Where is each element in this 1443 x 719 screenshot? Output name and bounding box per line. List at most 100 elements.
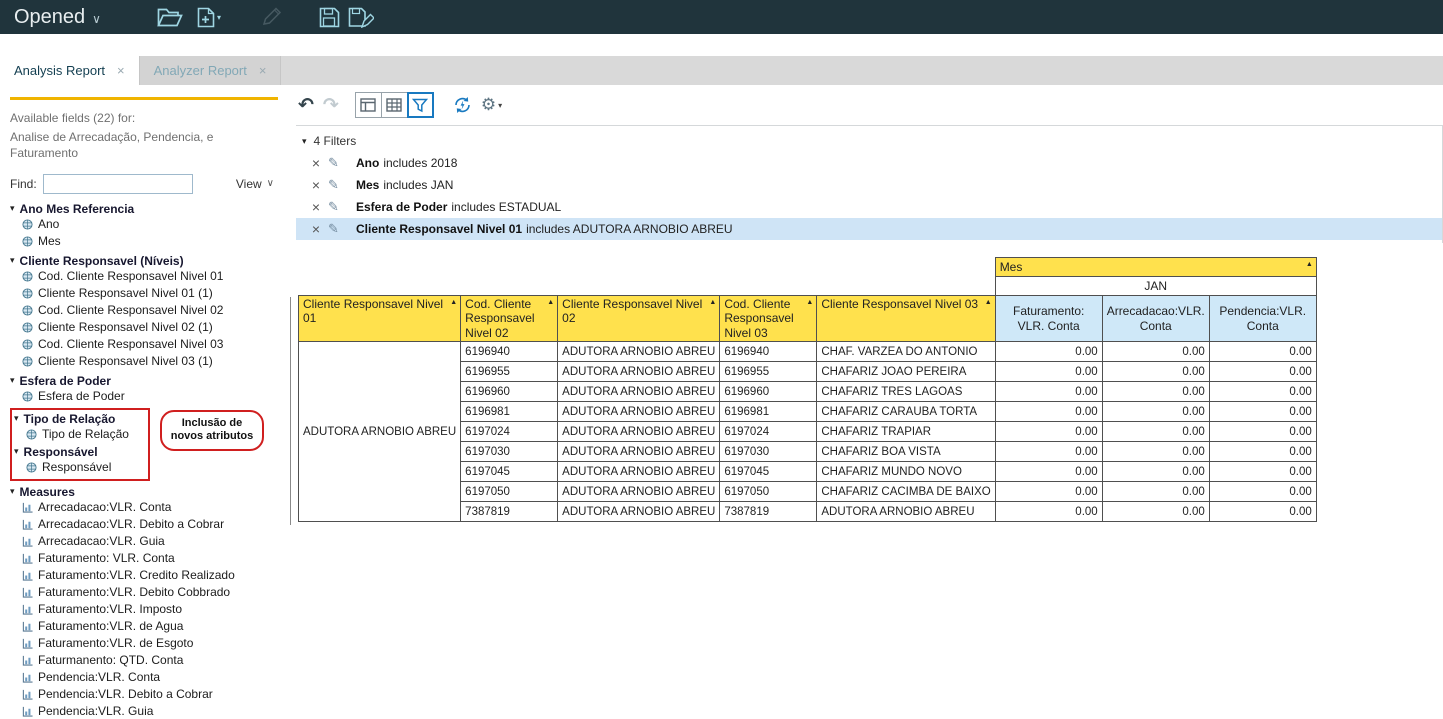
opened-menu[interactable]: Opened ∨	[14, 6, 101, 29]
edit-filter-icon[interactable]: ✎	[328, 221, 356, 237]
measure-item[interactable]: Faturamento:VLR. Debito Cobbrado	[10, 584, 278, 601]
pivot-cell[interactable]: ADUTORA ARNOBIO ABREU	[558, 422, 720, 442]
pivot-cell[interactable]: 6197030	[461, 442, 558, 462]
field-item[interactable]: Tipo de Relação	[14, 426, 146, 443]
measure-item[interactable]: Arrecadacao:VLR. Conta	[10, 499, 278, 516]
pivot-cell[interactable]: 6197050	[461, 482, 558, 502]
row-header-cod-nivel-02[interactable]: Cod. Cliente Responsavel Nivel 02▲	[461, 296, 558, 342]
pivot-value-cell[interactable]: 0.00	[1102, 382, 1209, 402]
pivot-cell[interactable]: CHAFARIZ JOAO PEREIRA	[817, 362, 995, 382]
pivot-value-cell[interactable]: 0.00	[1209, 382, 1316, 402]
field-item[interactable]: Cliente Responsavel Nivel 03 (1)	[10, 353, 278, 370]
pivot-cell[interactable]: ADUTORA ARNOBIO ABREU	[558, 342, 720, 362]
column-dimension-header[interactable]: Mes ▲	[995, 258, 1316, 277]
pivot-value-cell[interactable]: 0.00	[1102, 362, 1209, 382]
close-icon[interactable]: ×	[259, 63, 267, 78]
table-view-button[interactable]	[381, 92, 408, 118]
measure-item[interactable]: Faturmanento: QTD. Conta	[10, 652, 278, 669]
view-dropdown[interactable]: View ∨	[236, 177, 278, 191]
pivot-cell[interactable]: CHAFARIZ TRES LAGOAS	[817, 382, 995, 402]
pivot-cell[interactable]: 6196940	[461, 342, 558, 362]
pivot-cell[interactable]: 6196955	[720, 362, 817, 382]
undo-icon[interactable]: ↶	[298, 94, 314, 117]
field-item[interactable]: Cod. Cliente Responsavel Nivel 02	[10, 302, 278, 319]
close-icon[interactable]: ×	[117, 63, 125, 78]
pivot-cell[interactable]: ADUTORA ARNOBIO ABREU	[558, 402, 720, 422]
pivot-cell[interactable]: 6197030	[720, 442, 817, 462]
measure-item[interactable]: Faturamento:VLR. de Esgoto	[10, 635, 278, 652]
new-report-icon[interactable]: ▾	[197, 7, 221, 28]
pivot-cell[interactable]: ADUTORA ARNOBIO ABREU	[558, 382, 720, 402]
field-item[interactable]: Cod. Cliente Responsavel Nivel 03	[10, 336, 278, 353]
remove-filter-icon[interactable]: ×	[304, 199, 328, 215]
pivot-cell[interactable]: 6196981	[720, 402, 817, 422]
pivot-cell[interactable]: ADUTORA ARNOBIO ABREU	[817, 502, 995, 522]
pivot-value-cell[interactable]: 0.00	[1102, 402, 1209, 422]
pivot-value-cell[interactable]: 0.00	[1102, 342, 1209, 362]
field-group-esfera[interactable]: ▾ Esfera de Poder	[10, 374, 278, 388]
field-item[interactable]: Cliente Responsavel Nivel 02 (1)	[10, 319, 278, 336]
report-options-menu[interactable]: ⚙ ▾	[481, 95, 502, 115]
sort-asc-icon[interactable]: ▲	[450, 299, 457, 307]
pivot-cell[interactable]: CHAFARIZ CACIMBA DE BAIXO	[817, 482, 995, 502]
pivot-value-cell[interactable]: 0.00	[1102, 502, 1209, 522]
pivot-cell[interactable]: 6197045	[720, 462, 817, 482]
field-item[interactable]: Mes	[10, 233, 278, 250]
field-group-tipo-relacao[interactable]: ▾ Tipo de Relação	[14, 412, 146, 426]
sort-asc-icon[interactable]: ▲	[806, 299, 813, 307]
layout-panel-button[interactable]	[355, 92, 382, 118]
measure-item[interactable]: Pendencia:VLR. Conta	[10, 669, 278, 686]
measure-item[interactable]: Pendencia:VLR. Guia	[10, 703, 278, 719]
pivot-value-cell[interactable]: 0.00	[995, 342, 1102, 362]
field-group-measures[interactable]: ▾ Measures	[10, 485, 278, 499]
edit-filter-icon[interactable]: ✎	[328, 177, 356, 193]
field-item[interactable]: Esfera de Poder	[10, 388, 278, 405]
pivot-cell[interactable]: ADUTORA ARNOBIO ABREU	[558, 482, 720, 502]
row-header-cliente-nivel-03[interactable]: Cliente Responsavel Nivel 03▲	[817, 296, 995, 342]
pivot-cell[interactable]: CHAFARIZ TRAPIAR	[817, 422, 995, 442]
measure-item[interactable]: Pendencia:VLR. Debito a Cobrar	[10, 686, 278, 703]
remove-filter-icon[interactable]: ×	[304, 155, 328, 171]
measure-header[interactable]: Faturamento: VLR. Conta	[995, 296, 1102, 342]
pivot-cell[interactable]: CHAFARIZ MUNDO NOVO	[817, 462, 995, 482]
field-item[interactable]: Responsável	[14, 459, 146, 476]
measure-item[interactable]: Arrecadacao:VLR. Guia	[10, 533, 278, 550]
pivot-value-cell[interactable]: 0.00	[1209, 362, 1316, 382]
filter-row-selected[interactable]: × ✎ Cliente Responsavel Nivel 01includes…	[296, 218, 1442, 240]
pivot-cell[interactable]: 6197045	[461, 462, 558, 482]
pivot-value-cell[interactable]: 0.00	[1209, 462, 1316, 482]
filter-row[interactable]: × ✎ Esfera de Poderincludes ESTADUAL	[296, 196, 1442, 218]
pivot-value-cell[interactable]: 0.00	[1209, 342, 1316, 362]
measure-item[interactable]: Faturamento:VLR. de Agua	[10, 618, 278, 635]
pivot-cell[interactable]: 6196955	[461, 362, 558, 382]
pivot-cell[interactable]: CHAF. VARZEA DO ANTONIO	[817, 342, 995, 362]
pivot-value-cell[interactable]: 0.00	[1209, 402, 1316, 422]
pivot-value-cell[interactable]: 0.00	[995, 362, 1102, 382]
field-group-responsavel[interactable]: ▾ Responsável	[14, 445, 146, 459]
filter-row[interactable]: × ✎ Mesincludes JAN	[296, 174, 1442, 196]
filters-header[interactable]: ▾ 4 Filters	[296, 130, 1442, 152]
edit-filter-icon[interactable]: ✎	[328, 199, 356, 215]
pivot-value-cell[interactable]: 0.00	[995, 402, 1102, 422]
pivot-cell[interactable]: 6197050	[720, 482, 817, 502]
sort-asc-icon[interactable]: ▲	[985, 299, 992, 307]
pivot-value-cell[interactable]: 0.00	[1209, 502, 1316, 522]
measure-item[interactable]: Arrecadacao:VLR. Debito a Cobrar	[10, 516, 278, 533]
pivot-cell[interactable]: 6196960	[720, 382, 817, 402]
row-group-cell[interactable]: ADUTORA ARNOBIO ABREU	[299, 342, 461, 522]
pivot-cell[interactable]: CHAFARIZ BOA VISTA	[817, 442, 995, 462]
pivot-cell[interactable]: ADUTORA ARNOBIO ABREU	[558, 502, 720, 522]
pivot-cell[interactable]: 7387819	[720, 502, 817, 522]
field-group-ano-mes[interactable]: ▾ Ano Mes Referencia	[10, 202, 278, 216]
row-header-cliente-nivel-02[interactable]: Cliente Responsavel Nivel 02▲	[558, 296, 720, 342]
edit-filter-icon[interactable]: ✎	[328, 155, 356, 171]
filter-button[interactable]	[407, 92, 434, 118]
pivot-value-cell[interactable]: 0.00	[1209, 442, 1316, 462]
measure-item[interactable]: Faturamento:VLR. Credito Realizado	[10, 567, 278, 584]
pivot-cell[interactable]: 6196981	[461, 402, 558, 422]
measure-header[interactable]: Pendencia:VLR. Conta	[1209, 296, 1316, 342]
find-input[interactable]	[43, 174, 193, 194]
pivot-value-cell[interactable]: 0.00	[1102, 462, 1209, 482]
tab-analyzer-report[interactable]: Analyzer Report ×	[139, 56, 282, 85]
pivot-value-cell[interactable]: 0.00	[995, 482, 1102, 502]
